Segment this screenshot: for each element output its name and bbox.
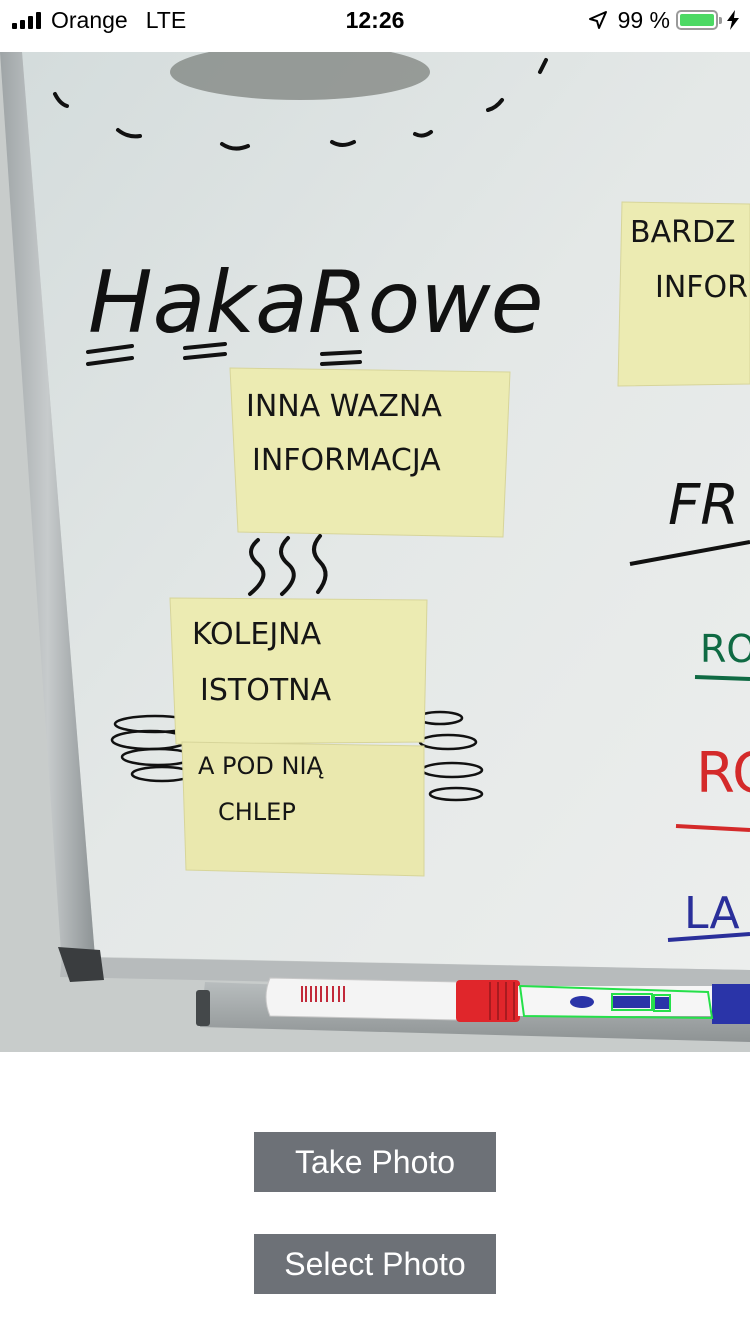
note-2-line-2: ISTOTNA	[200, 673, 332, 708]
edge-mark-3: RC	[696, 741, 750, 806]
take-photo-button[interactable]: Take Photo	[254, 1132, 496, 1192]
battery-percent: 99 %	[617, 7, 670, 33]
note-3-line-2: CHLEP	[218, 798, 296, 826]
select-photo-button[interactable]: Select Photo	[254, 1234, 496, 1294]
note-1-line-2: INFORMACJA	[252, 443, 441, 478]
note-4-line-1: BARDZ	[630, 215, 736, 250]
whiteboard-photo: HakaRowe INNA WAZNA INFORMACJA KOLEJNA I…	[0, 52, 750, 1052]
note-4-line-2: INFOR	[655, 270, 748, 305]
battery-fill	[680, 14, 714, 26]
status-right: 99 %	[588, 6, 740, 34]
sticky-note-2: KOLEJNA ISTOTNA	[169, 597, 428, 745]
sticky-note-1: INNA WAZNA INFORMACJA	[229, 367, 511, 538]
photo-preview: HakaRowe INNA WAZNA INFORMACJA KOLEJNA I…	[0, 52, 750, 1052]
edge-mark-1: FR	[668, 473, 739, 538]
location-arrow-icon	[588, 11, 607, 29]
sticky-note-4: BARDZ INFOR	[617, 201, 750, 387]
battery-icon	[676, 10, 722, 30]
note-3-line-1: A POD NIĄ	[198, 752, 324, 780]
sticky-note-3: A POD NIĄ CHLEP	[181, 741, 425, 877]
edge-mark-2: RO	[700, 627, 750, 671]
board-heading: HakaRowe	[88, 253, 544, 353]
note-1-line-1: INNA WAZNA	[246, 389, 442, 424]
edge-mark-4: LA	[684, 888, 740, 939]
status-bar: Orange LTE 12:26 99 %	[0, 0, 750, 40]
note-2-line-1: KOLEJNA	[192, 617, 322, 652]
charging-bolt-icon	[727, 10, 739, 30]
